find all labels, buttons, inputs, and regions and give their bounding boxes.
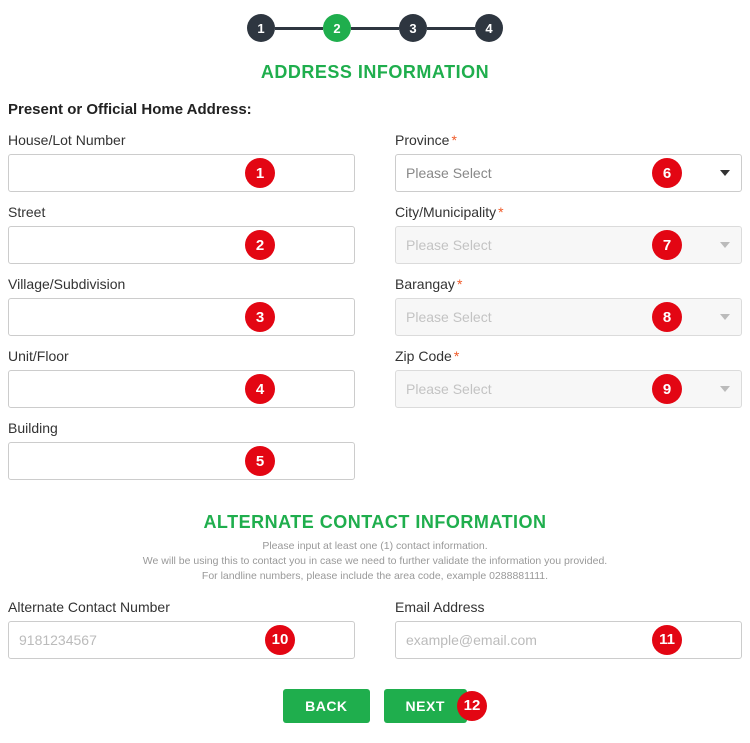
house-input[interactable] xyxy=(8,154,355,192)
unit-input[interactable] xyxy=(8,370,355,408)
step-connector xyxy=(351,27,399,30)
step-connector xyxy=(275,27,323,30)
address-heading: Present or Official Home Address: xyxy=(8,101,742,118)
zip-select[interactable]: Please Select xyxy=(395,370,742,408)
alt-phone-input[interactable] xyxy=(8,621,355,659)
city-select[interactable]: Please Select xyxy=(395,226,742,264)
zip-label: Zip Code* xyxy=(395,348,742,364)
step-1: 1 xyxy=(247,14,275,42)
street-label: Street xyxy=(8,204,355,220)
building-input[interactable] xyxy=(8,442,355,480)
barangay-label: Barangay* xyxy=(395,276,742,292)
village-input[interactable] xyxy=(8,298,355,336)
building-label: Building xyxy=(8,420,355,436)
alt-phone-label: Alternate Contact Number xyxy=(8,599,355,615)
street-input[interactable] xyxy=(8,226,355,264)
next-button[interactable]: NEXT xyxy=(384,689,467,723)
section-title-address: ADDRESS INFORMATION xyxy=(8,62,742,83)
barangay-select[interactable]: Please Select xyxy=(395,298,742,336)
step-2: 2 xyxy=(323,14,351,42)
back-button[interactable]: BACK xyxy=(283,689,369,723)
house-label: House/Lot Number xyxy=(8,132,355,148)
unit-label: Unit/Floor xyxy=(8,348,355,364)
alternate-note: Please input at least one (1) contact in… xyxy=(8,539,742,585)
alt-email-label: Email Address xyxy=(395,599,742,615)
village-label: Village/Subdivision xyxy=(8,276,355,292)
step-connector xyxy=(427,27,475,30)
step-4: 4 xyxy=(475,14,503,42)
progress-stepper: 1 2 3 4 xyxy=(8,14,742,42)
step-3: 3 xyxy=(399,14,427,42)
section-title-alternate: ALTERNATE CONTACT INFORMATION xyxy=(8,512,742,533)
province-label: Province* xyxy=(395,132,742,148)
city-label: City/Municipality* xyxy=(395,204,742,220)
alt-email-input[interactable] xyxy=(395,621,742,659)
province-select[interactable]: Please Select xyxy=(395,154,742,192)
